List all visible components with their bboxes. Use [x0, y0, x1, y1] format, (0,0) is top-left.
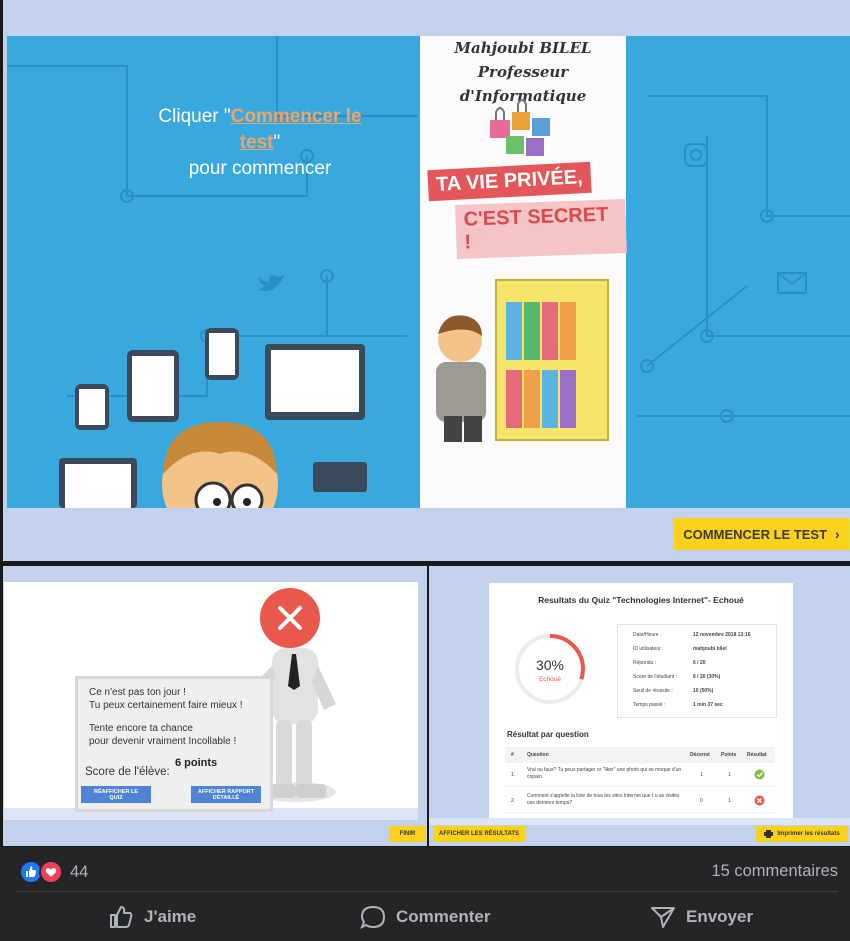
- mail-icon: [777, 272, 807, 294]
- twitter-icon: [259, 274, 285, 292]
- instruction-prefix: Cliquer ": [158, 106, 231, 127]
- send-label: Envoyer: [686, 907, 754, 926]
- row-question: Comment s'appelle la liste de tous les s…: [527, 793, 680, 806]
- score-percent: 30%: [535, 657, 565, 673]
- start-instruction: Cliquer "Commencer le test" pour commenc…: [140, 104, 380, 182]
- divider: [16, 891, 838, 892]
- detail-value: mahjoubi bilel: [693, 646, 727, 652]
- score-status: Echoué: [538, 676, 562, 683]
- monitor-illustration: [265, 344, 365, 420]
- detail-label: Seuil de réussite :: [633, 688, 673, 694]
- detail-value: 10 (50%): [693, 688, 714, 694]
- comment-bubble-icon: [360, 905, 386, 929]
- row-question: Vrai ou faux? Tu peux partager or "liker…: [527, 767, 682, 780]
- keyboard-illustration: [313, 462, 367, 492]
- detail-row: Seuil de réussite : 10 (50%): [633, 688, 751, 702]
- detail-row: ID utilisateur : mahjoubi bilel: [633, 646, 751, 660]
- detail-label: ID utilisateur :: [633, 646, 664, 652]
- instruction-suffix: ": [273, 132, 281, 153]
- show-quiz-again-button[interactable]: RÉAFFICHER LE QUIZ: [81, 786, 151, 803]
- col-result: Résultat: [747, 752, 767, 758]
- start-test-button[interactable]: COMMENCER LE TEST ›: [674, 518, 849, 550]
- detail-value: 1 min 37 sec: [693, 702, 723, 708]
- check-icon: [754, 769, 765, 780]
- comments-count[interactable]: 15 commentaires: [711, 862, 838, 881]
- detail-row: Répondu : 6 / 20: [633, 660, 751, 674]
- detail-label: Score de l'étudiant :: [633, 674, 678, 680]
- phone-illustration: [205, 328, 239, 380]
- results-footer: [429, 818, 850, 825]
- instruction-line-3: pour commencer: [188, 158, 332, 179]
- fail-message-line4: pour devenir vraiment Incollable !: [89, 736, 237, 747]
- details-list: Date/Heure : 12 novembre 2018 13:16 ID ut…: [633, 632, 751, 716]
- fail-message-line2: Tu peux certainement faire mieux !: [89, 700, 243, 711]
- comment-button[interactable]: Commenter: [360, 905, 490, 929]
- score-label: Score de l'élève:: [85, 766, 170, 778]
- poster-title-line1: Mahjoubi BILEL Professeur: [454, 39, 592, 81]
- detail-label: Date/Heure :: [633, 632, 662, 638]
- detail-label: Temps passé :: [633, 702, 666, 708]
- character-illustration: [162, 422, 278, 508]
- row-points: 1: [728, 772, 731, 778]
- small-phone-illustration: [75, 384, 109, 430]
- detail-row: Score de l'étudiant : 6 / 20 (30%): [633, 674, 751, 688]
- results-title: Resultats du Quiz "Technologies Internet…: [538, 595, 744, 605]
- col-points: Points: [721, 752, 737, 758]
- send-icon: [651, 907, 675, 928]
- thumbs-up-icon: [110, 906, 133, 928]
- chevron-right-icon: ›: [835, 526, 840, 542]
- col-question: Question: [527, 752, 549, 758]
- reactions-icons[interactable]: [19, 860, 63, 884]
- detailed-report-button[interactable]: AFFICHER RAPPORT DÉTAILLÉ: [191, 786, 261, 803]
- col-awarded: Décerné: [690, 752, 710, 758]
- detail-value: 6 / 20 (30%): [693, 674, 721, 680]
- detail-value: 12 novembre 2018 13:16: [693, 632, 751, 638]
- print-results-button[interactable]: Imprimer les résultats: [756, 826, 848, 842]
- detail-row: Date/Heure : 12 novembre 2018 13:16: [633, 632, 751, 646]
- instagram-icon: [684, 143, 708, 167]
- fail-message-line3: Tente encore ta chance: [89, 723, 193, 734]
- cross-icon: [754, 795, 765, 806]
- finish-button[interactable]: FINIR: [389, 826, 426, 842]
- poster-stamp-2: C'EST SECRET !: [455, 199, 627, 259]
- printer-icon: [764, 830, 774, 838]
- instruction-link-text: Commencer le test: [230, 106, 362, 153]
- privacy-poster: Mahjoubi BILEL Professeur d'Informatique…: [420, 36, 627, 508]
- fail-message-line1: Ce n'est pas ton jour !: [89, 687, 186, 698]
- col-num: #: [511, 752, 514, 758]
- per-question-title: Résultat par question: [507, 730, 589, 739]
- like-label: J'aime: [144, 907, 197, 926]
- laptop-illustration: [59, 458, 137, 508]
- row-awarded: 1: [700, 772, 703, 778]
- like-button[interactable]: J'aime: [108, 905, 196, 929]
- row-num: 2.: [511, 798, 516, 804]
- detail-row: Temps passé : 1 min 37 sec: [633, 702, 751, 716]
- padlocks-illustration: [490, 99, 550, 156]
- tablet-illustration: [127, 350, 179, 422]
- detail-value: 6 / 20: [693, 660, 706, 666]
- poster-stamp-1: TA VIE PRIVÉE,: [427, 161, 592, 202]
- bookshelf-illustration: [436, 279, 609, 442]
- send-button[interactable]: Envoyer: [650, 905, 753, 929]
- start-test-label: COMMENCER LE TEST: [683, 526, 828, 542]
- show-results-button[interactable]: AFFICHER LES RÉSULTATS: [433, 826, 525, 842]
- print-results-label: Imprimer les résultats: [777, 831, 840, 837]
- row-num: 1.: [511, 772, 516, 778]
- row-points: 1: [728, 798, 731, 804]
- row-awarded: 0: [700, 798, 703, 804]
- score-value: 6 points: [175, 757, 218, 769]
- detail-label: Répondu :: [633, 660, 657, 666]
- reaction-count[interactable]: 44: [70, 863, 88, 882]
- comment-label: Commenter: [396, 907, 491, 926]
